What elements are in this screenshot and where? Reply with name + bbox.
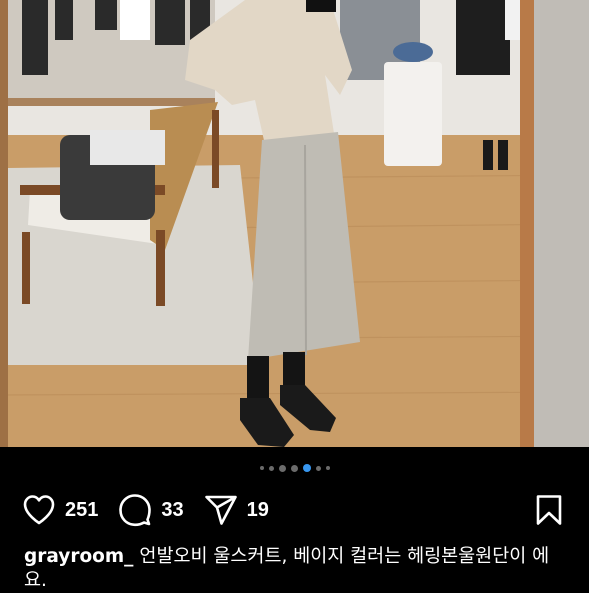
paper-plane-icon bbox=[204, 495, 237, 525]
carousel-dot bbox=[259, 466, 264, 470]
comment-count: 33 bbox=[161, 498, 184, 521]
username-link[interactable]: grayroom_ bbox=[24, 546, 133, 567]
post-actions-bar: 251 33 19 bbox=[22, 491, 567, 529]
carousel-dot bbox=[325, 466, 330, 470]
post-caption: grayroom_ 언발오비 울스커트, 베이지 컬러는 헤링본울원단이 에요. bbox=[24, 545, 571, 593]
carousel-dot bbox=[278, 464, 286, 472]
share-count: 19 bbox=[246, 498, 269, 521]
bookmark-icon bbox=[536, 495, 562, 525]
carousel-dot bbox=[268, 465, 274, 471]
comment-bubble-icon bbox=[119, 494, 152, 527]
carousel-indicator bbox=[0, 461, 589, 475]
post-photo[interactable] bbox=[0, 0, 589, 447]
heart-icon bbox=[23, 495, 55, 525]
carousel-dot bbox=[290, 464, 298, 472]
like-count: 251 bbox=[65, 498, 99, 521]
save-button[interactable] bbox=[535, 494, 563, 526]
carousel-dot-active bbox=[302, 464, 311, 472]
comment-button[interactable]: 33 bbox=[118, 493, 184, 527]
like-button[interactable]: 251 bbox=[22, 494, 98, 526]
carousel-dot bbox=[315, 465, 321, 471]
share-button[interactable]: 19 bbox=[204, 494, 269, 526]
